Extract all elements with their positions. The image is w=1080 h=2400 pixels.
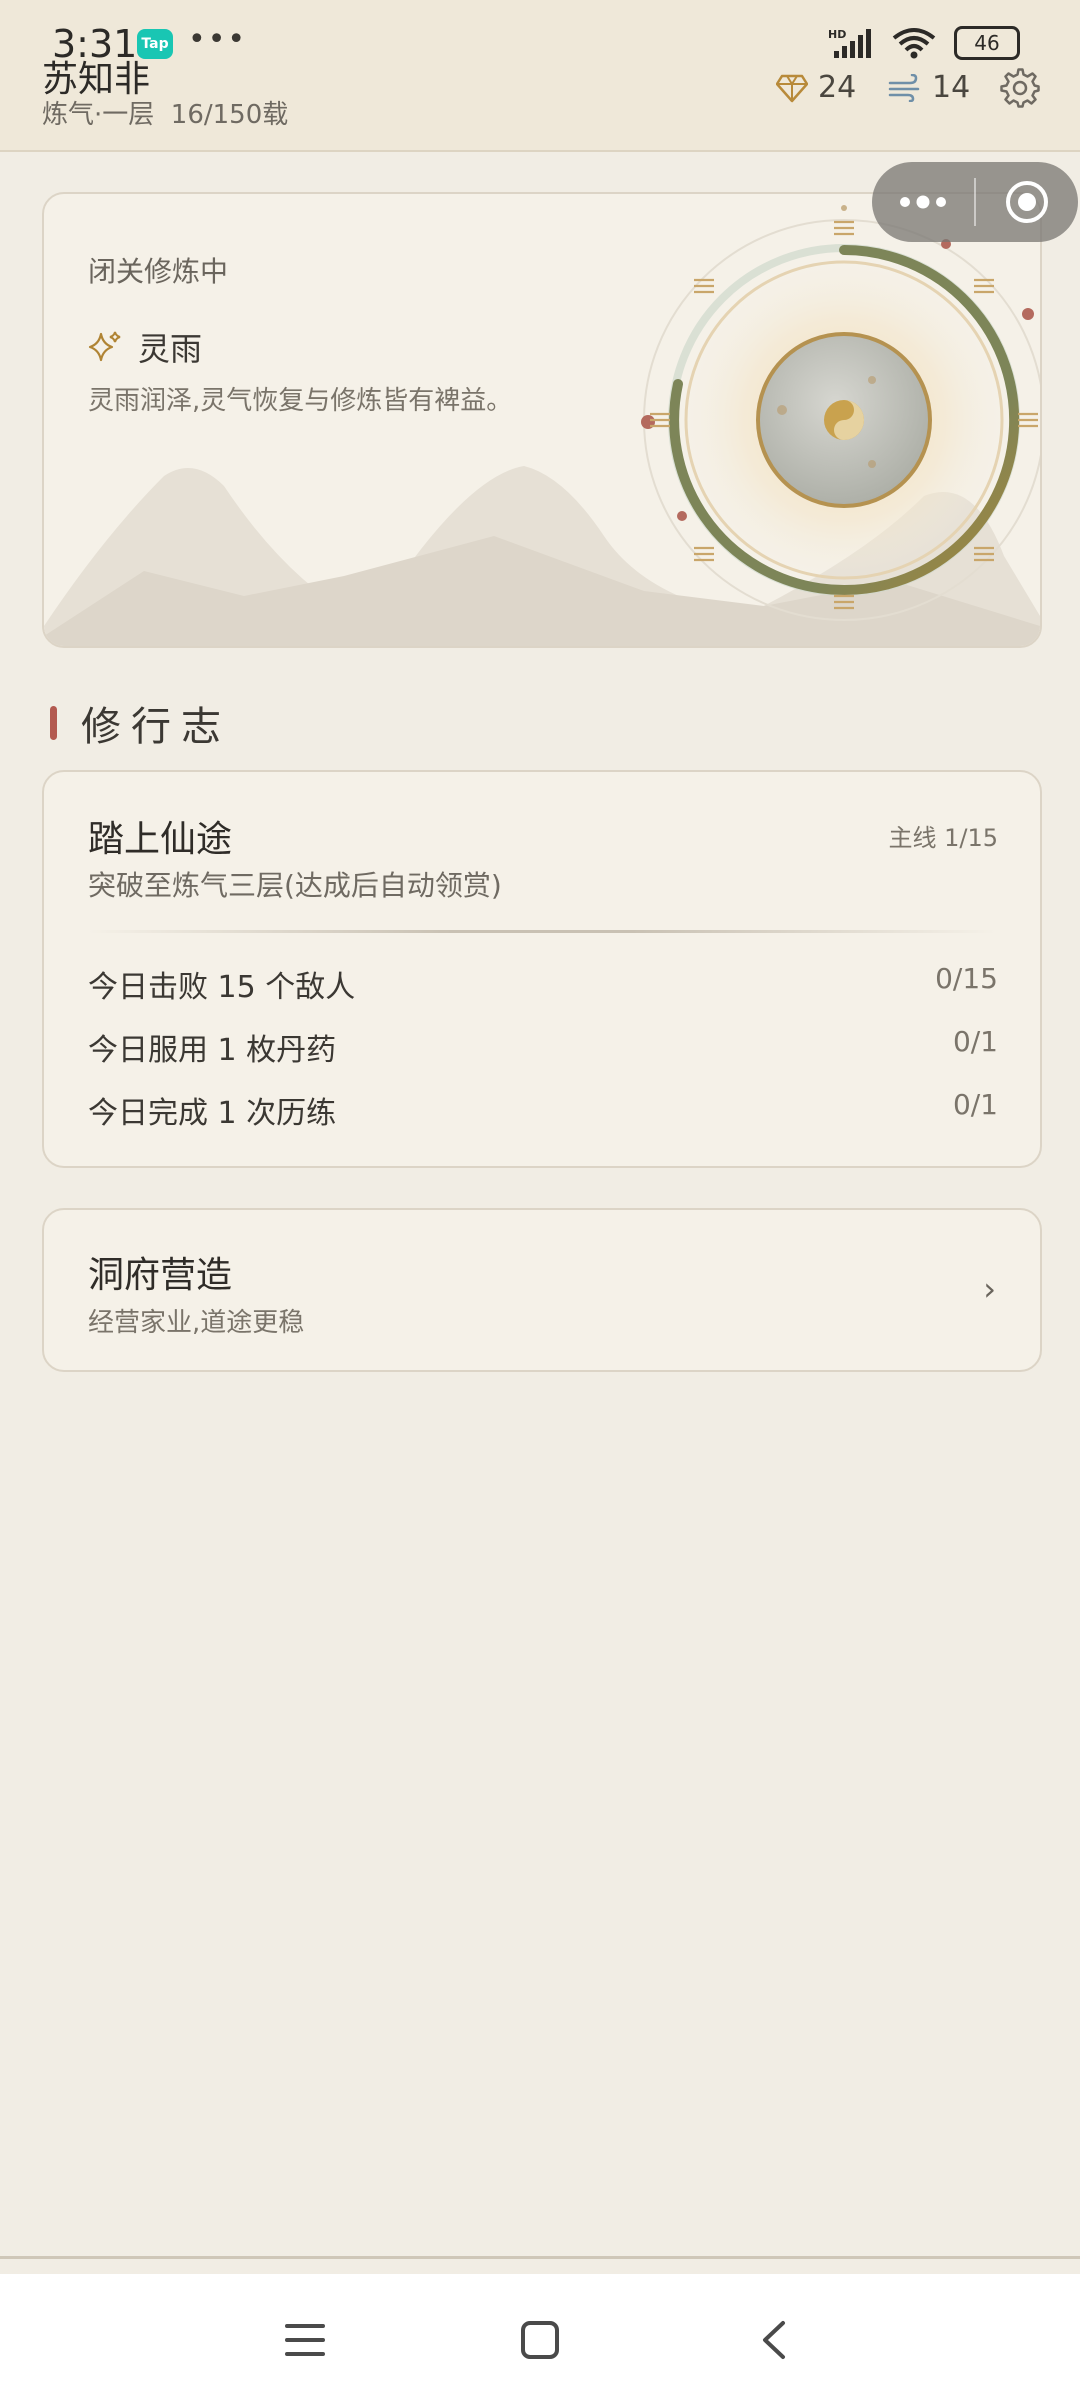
retreat-card[interactable]: 闭关修炼中 灵雨 灵雨润泽,灵气恢复与修炼皆有裨益。 (42, 192, 1042, 648)
realm-level: 炼气·一层 (42, 100, 155, 130)
bottom-divider (0, 2256, 1080, 2259)
main-quest-title: 踏上仙途 (88, 819, 233, 860)
menu-icon (285, 2324, 325, 2356)
back-chevron-icon (763, 2321, 785, 2359)
more-dots-icon (900, 195, 946, 209)
system-nav-bar (0, 2274, 1080, 2400)
quest-divider (88, 930, 996, 933)
quest-card[interactable]: 踏上仙途 主线 1/15 突破至炼气三层(达成后自动领赏) 今日击败 15 个敌… (42, 770, 1042, 1168)
cultivation-orb[interactable] (622, 194, 1042, 646)
daily-task-row[interactable]: 今日完成 1 次历练 0/1 (88, 1088, 998, 1132)
main-quest-description: 突破至炼气三层(达成后自动领赏) (88, 869, 502, 902)
yin-yang-icon (824, 400, 864, 440)
svg-text:HD: HD (828, 28, 846, 41)
wind-icon (888, 73, 920, 102)
wifi-icon (892, 28, 936, 59)
settings-gear-icon[interactable] (1000, 68, 1040, 108)
daily-task-row[interactable]: 今日服用 1 枚丹药 0/1 (88, 1025, 998, 1069)
signal-icon: HD (828, 28, 871, 58)
close-miniprogram-button[interactable] (976, 162, 1078, 242)
notification-more-icon: ••• (188, 22, 248, 57)
target-close-icon (1006, 181, 1048, 223)
gem-icon (776, 74, 808, 102)
section-title: 修行志 (81, 704, 231, 750)
sparkle-icon (88, 331, 121, 362)
retreat-status: 闭关修炼中 (88, 255, 229, 288)
weather-name: 灵雨 (138, 330, 203, 368)
menu-button[interactable] (275, 2310, 335, 2370)
daily-task-progress: 0/1 (952, 1025, 998, 1058)
spirit-count: 14 (932, 70, 971, 105)
daily-task-label: 今日完成 1 次历练 (88, 1096, 337, 1131)
daily-task-label: 今日服用 1 枚丹药 (88, 1033, 337, 1068)
battery-indicator: 46 (954, 26, 1020, 60)
daily-task-label: 今日击败 15 个敌人 (88, 970, 356, 1005)
home-square-icon (521, 2321, 559, 2359)
gem-count: 24 (818, 70, 857, 105)
main-quest-tag: 主线 1/15 (888, 824, 998, 852)
section-heading: 修行志 (50, 694, 231, 752)
weather-row: 灵雨 (88, 324, 202, 370)
status-icons: HD 46 (828, 26, 1020, 60)
spirit-resource[interactable]: 14 (888, 70, 970, 105)
chevron-right-icon: › (983, 1270, 996, 1308)
cave-building-card[interactable]: 洞府营造 经营家业,道途更稳 › (42, 1208, 1042, 1372)
top-header: 3:31 Tap ••• HD 46 苏知非 炼气·一层 16/150载 24 (0, 0, 1080, 152)
realm-info: 炼气·一层 16/150载 (42, 94, 288, 131)
weather-description: 灵雨润泽,灵气恢复与修炼皆有裨益。 (88, 386, 513, 416)
back-button[interactable] (744, 2310, 804, 2370)
cave-title: 洞府营造 (88, 1255, 233, 1296)
gem-resource[interactable]: 24 (776, 70, 856, 105)
home-button[interactable] (510, 2310, 570, 2370)
lifespan: 16/150载 (170, 100, 289, 130)
cave-subtitle: 经营家业,道途更稳 (88, 1308, 305, 1338)
daily-task-progress: 0/15 (935, 962, 998, 995)
more-options-button[interactable] (872, 162, 974, 242)
section-accent-bar (50, 706, 57, 740)
daily-task-progress: 0/1 (952, 1088, 998, 1121)
miniprogram-capsule (872, 162, 1078, 242)
daily-task-row[interactable]: 今日击败 15 个敌人 0/15 (88, 962, 998, 1006)
